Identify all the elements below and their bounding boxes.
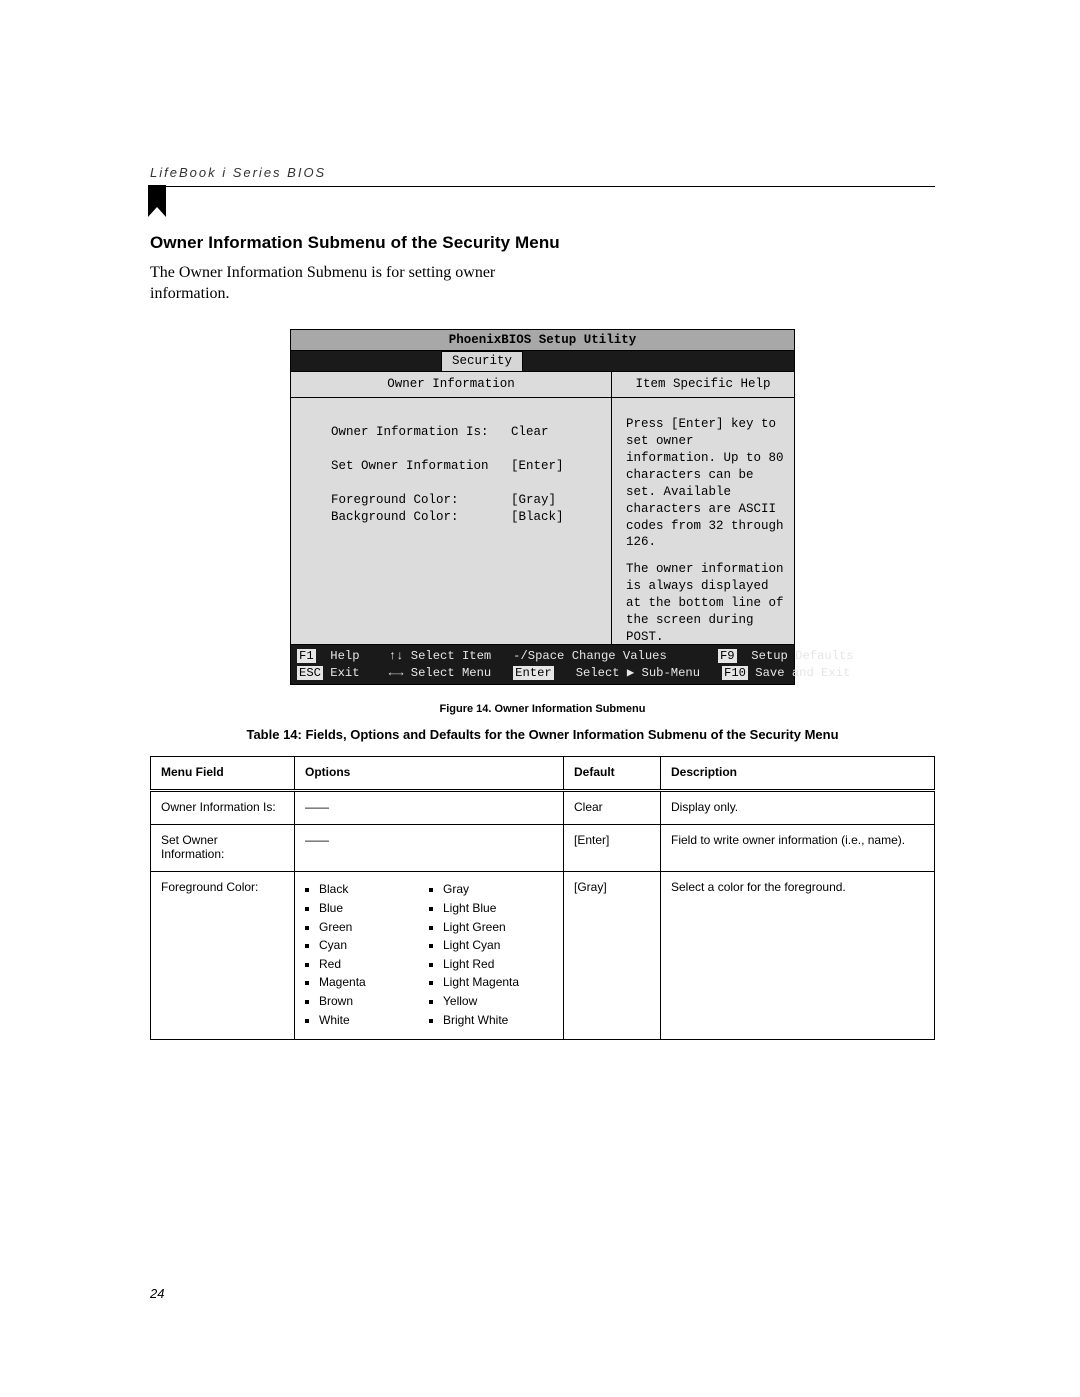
document-page: LifeBook i Series BIOS Owner Information… — [0, 0, 1080, 1397]
bios-left-heading: Owner Information — [291, 372, 611, 398]
bios-row-owner-info: Owner Information Is: Clear — [331, 424, 601, 441]
bios-fields: Owner Information Is: Clear Set Owner In… — [291, 398, 611, 535]
bios-figure: PhoenixBIOS Setup Utility Security Owner… — [290, 329, 795, 686]
table-row: Set Owner Information: —— [Enter] Field … — [151, 825, 935, 872]
bios-tab-security[interactable]: Security — [441, 351, 523, 371]
th-menu-field: Menu Field — [151, 757, 295, 791]
pennant-icon — [148, 185, 166, 219]
figure-caption: Figure 14. Owner Information Submenu — [150, 703, 935, 715]
bios-row-set-owner[interactable]: Set Owner Information [Enter] — [331, 458, 601, 475]
page-number: 24 — [150, 1286, 164, 1301]
table-caption: Table 14: Fields, Options and Defaults f… — [150, 727, 935, 742]
bios-footer: F1 Help ↑↓ Select Item -/Space Change Va… — [290, 645, 795, 685]
th-description: Description — [661, 757, 935, 791]
bios-row-background[interactable]: Background Color: [Black] — [331, 509, 601, 526]
table-row: Owner Information Is: —— Clear Display o… — [151, 791, 935, 825]
running-header: LifeBook i Series BIOS — [150, 165, 935, 187]
fields-table: Menu Field Options Default Description O… — [150, 756, 935, 1040]
bios-help-text: Press [Enter] key to set owner informati… — [612, 398, 794, 655]
bios-help-heading: Item Specific Help — [612, 372, 794, 398]
bios-menubar: Security — [291, 351, 794, 372]
th-options: Options — [295, 757, 564, 791]
options-cell: Black Blue Green Cyan Red Magenta Brown … — [295, 872, 564, 1040]
bios-row-foreground[interactable]: Foreground Color: [Gray] — [331, 492, 601, 509]
bios-title: PhoenixBIOS Setup Utility — [291, 330, 794, 352]
section-intro: The Owner Information Submenu is for set… — [150, 263, 570, 305]
section-heading: Owner Information Submenu of the Securit… — [150, 233, 935, 253]
th-default: Default — [564, 757, 661, 791]
table-row: Foreground Color: Black Blue Green Cyan … — [151, 872, 935, 1040]
